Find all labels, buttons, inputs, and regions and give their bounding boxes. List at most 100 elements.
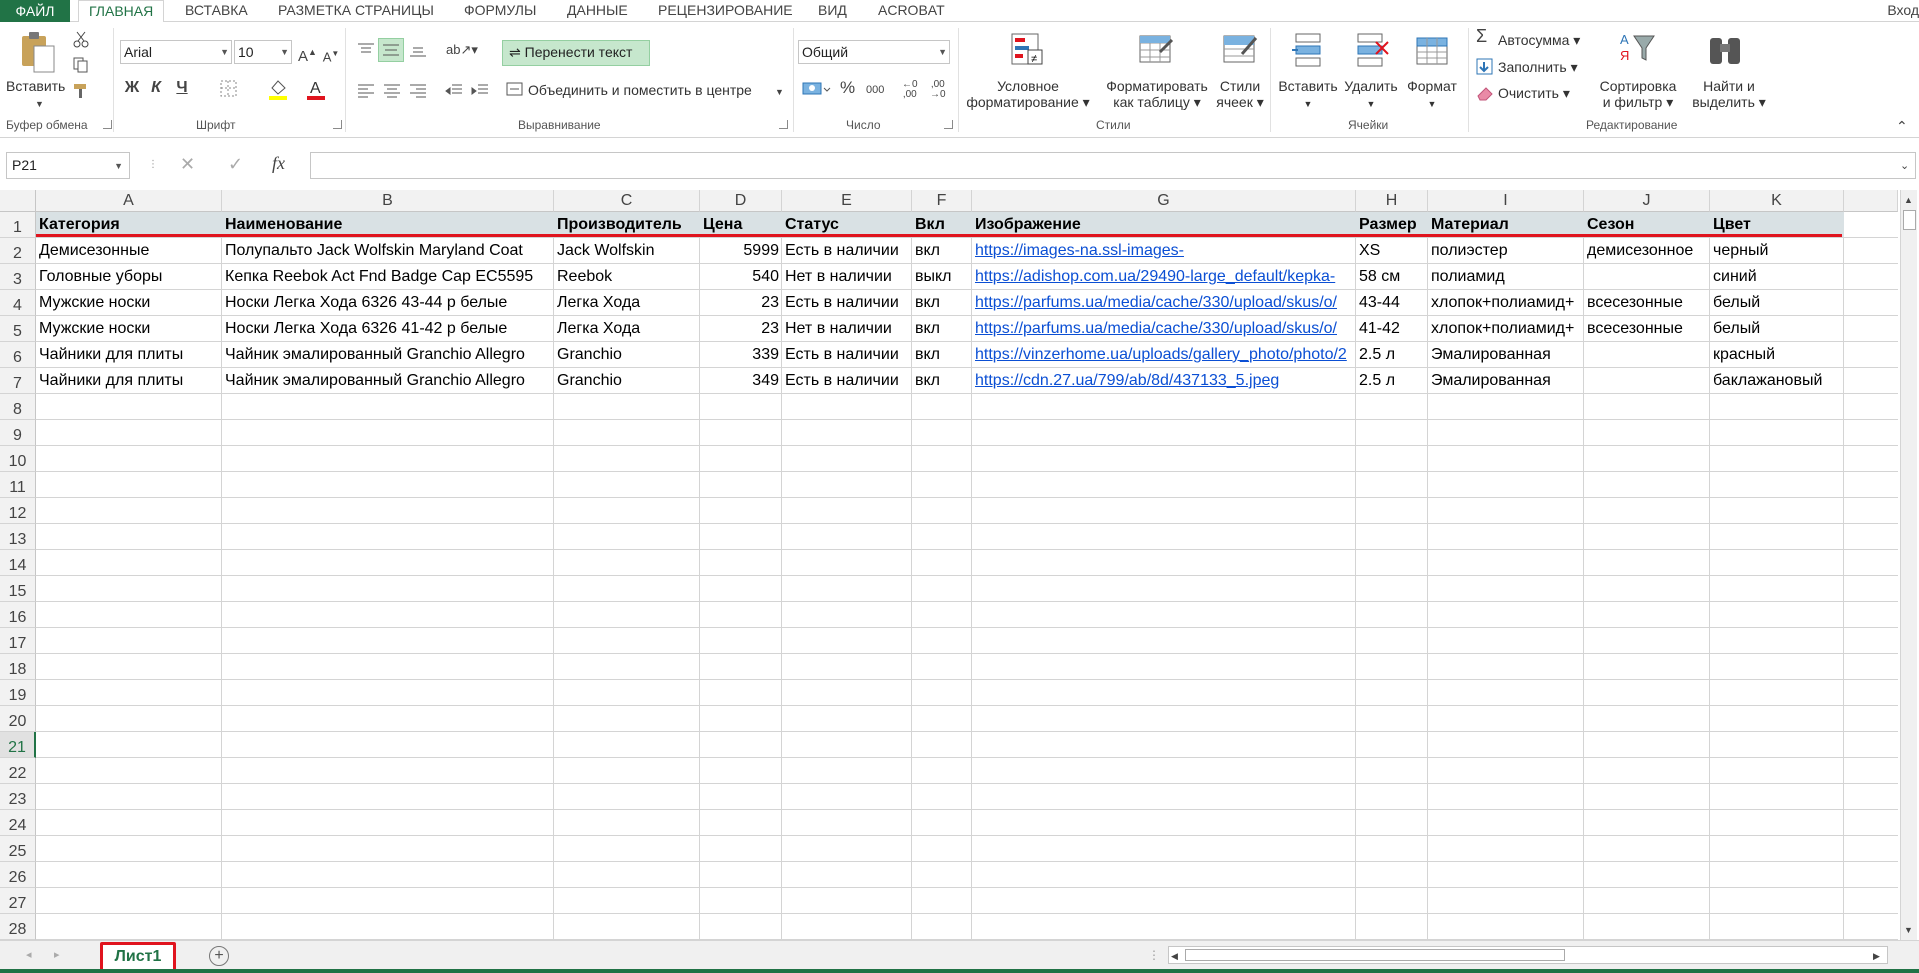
row-header-4[interactable]: 4 xyxy=(0,290,36,316)
merge-icon[interactable] xyxy=(506,80,524,98)
currency-icon[interactable] xyxy=(802,80,832,98)
alignment-launcher-icon[interactable] xyxy=(779,120,788,129)
increase-indent-icon[interactable] xyxy=(470,82,490,98)
cell-styles-button[interactable]: Стили ячеек ▾ xyxy=(1210,78,1270,110)
align-bottom-icon[interactable] xyxy=(408,42,428,58)
row-header-7[interactable]: 7 xyxy=(0,368,36,394)
column-header-i[interactable]: I xyxy=(1428,190,1584,212)
column-header-g[interactable]: G xyxy=(972,190,1356,212)
table-cell[interactable]: 5999 xyxy=(700,238,782,263)
merge-center-button[interactable]: Объединить и поместить в центре xyxy=(528,82,752,98)
table-cell[interactable]: Есть в наличии xyxy=(782,368,912,393)
row-header-25[interactable]: 25 xyxy=(0,836,36,862)
row-header-9[interactable]: 9 xyxy=(0,420,36,446)
column-header-j[interactable]: J xyxy=(1584,190,1710,212)
table-cell[interactable]: Нет в наличии xyxy=(782,264,912,289)
next-sheet-icon[interactable]: ▸ xyxy=(54,947,60,963)
table-cell[interactable]: Мужские носки xyxy=(36,290,222,315)
table-cell[interactable]: всесезонные xyxy=(1584,316,1710,341)
autosum-button[interactable]: Автосумма ▾ xyxy=(1498,32,1580,48)
fill-icon[interactable] xyxy=(1476,58,1494,76)
format-cells-icon[interactable] xyxy=(1414,32,1450,68)
sort-filter-icon[interactable]: AЯ xyxy=(1618,30,1658,70)
add-sheet-button[interactable]: + xyxy=(209,946,229,966)
paste-dropdown-icon[interactable]: ▼ xyxy=(35,96,44,112)
table-cell[interactable]: 2.5 л xyxy=(1356,368,1428,393)
split-handle-icon[interactable]: ⋮ xyxy=(1148,947,1160,963)
table-cell[interactable]: https://adishop.com.ua/29490-large_defau… xyxy=(972,264,1356,289)
column-header-f[interactable]: F xyxy=(912,190,972,212)
eraser-icon[interactable] xyxy=(1476,84,1494,102)
row-header-14[interactable]: 14 xyxy=(0,550,36,576)
align-top-icon[interactable] xyxy=(356,42,376,58)
column-header-d[interactable]: D xyxy=(700,190,782,212)
fill-color-icon[interactable] xyxy=(268,78,290,100)
underline-button[interactable]: Ч xyxy=(174,80,190,96)
format-cells-button[interactable]: Формат ▼ xyxy=(1400,78,1464,112)
row-header-28[interactable]: 28 xyxy=(0,914,36,940)
row-header-3[interactable]: 3 xyxy=(0,264,36,290)
tab-formulas[interactable]: ФОРМУЛЫ xyxy=(454,0,546,22)
name-box[interactable]: P21 ▼ xyxy=(6,152,130,179)
table-cell[interactable]: Носки Легка Хода 6326 41-42 р белые xyxy=(222,316,554,341)
row-header-2[interactable]: 2 xyxy=(0,238,36,264)
align-left-icon[interactable] xyxy=(356,82,376,98)
table-cell[interactable]: вкл xyxy=(912,290,972,315)
scroll-left-icon[interactable]: ◀ xyxy=(1171,948,1178,964)
copy-icon[interactable] xyxy=(72,56,90,74)
conditional-formatting-icon[interactable]: ≠ xyxy=(1010,32,1046,68)
table-cell[interactable]: Есть в наличии xyxy=(782,290,912,315)
enter-icon[interactable]: ✓ xyxy=(228,155,243,173)
table-cell[interactable]: вкл xyxy=(912,342,972,367)
table-cell[interactable]: Эмалированная xyxy=(1428,342,1584,367)
tab-file[interactable]: ФАЙЛ xyxy=(0,0,70,22)
horizontal-scrollbar[interactable]: ◀ ▶ xyxy=(1168,946,1888,964)
row-header-11[interactable]: 11 xyxy=(0,472,36,498)
table-cell[interactable]: белый xyxy=(1710,316,1844,341)
table-cell[interactable]: 2.5 л xyxy=(1356,342,1428,367)
column-header-h[interactable]: H xyxy=(1356,190,1428,212)
table-cell[interactable]: выкл xyxy=(912,264,972,289)
table-cell[interactable]: всесезонные xyxy=(1584,290,1710,315)
insert-cells-button[interactable]: Вставить ▼ xyxy=(1274,78,1342,112)
font-color-icon[interactable]: A xyxy=(306,78,328,100)
row-header-18[interactable]: 18 xyxy=(0,654,36,680)
align-center-icon[interactable] xyxy=(382,82,402,98)
number-launcher-icon[interactable] xyxy=(944,120,953,129)
sign-in-link[interactable]: Вход xyxy=(1887,0,1919,20)
row-header-24[interactable]: 24 xyxy=(0,810,36,836)
prev-sheet-icon[interactable]: ◂ xyxy=(26,947,32,963)
table-cell[interactable]: Reebok xyxy=(554,264,700,289)
table-cell[interactable]: https://vinzerhome.ua/uploads/gallery_ph… xyxy=(972,342,1356,367)
expand-formula-icon[interactable]: ⌄ xyxy=(1900,158,1909,174)
table-cell[interactable]: Чайник эмалированный Granchio Allegro xyxy=(222,368,554,393)
scroll-thumb[interactable] xyxy=(1903,210,1916,230)
table-cell[interactable]: вкл xyxy=(912,316,972,341)
scroll-right-icon[interactable]: ▶ xyxy=(1873,948,1880,964)
row-header-5[interactable]: 5 xyxy=(0,316,36,342)
row-header-17[interactable]: 17 xyxy=(0,628,36,654)
table-cell[interactable]: https://parfums.ua/media/cache/330/uploa… xyxy=(972,316,1356,341)
table-cell[interactable]: Нет в наличии xyxy=(782,316,912,341)
row-header-23[interactable]: 23 xyxy=(0,784,36,810)
select-all-corner[interactable] xyxy=(0,190,36,212)
table-cell[interactable]: Легка Хода xyxy=(554,290,700,315)
table-cell[interactable] xyxy=(1584,368,1710,393)
column-header-e[interactable]: E xyxy=(782,190,912,212)
binoculars-icon[interactable] xyxy=(1706,30,1746,70)
row-header-16[interactable]: 16 xyxy=(0,602,36,628)
font-name-select[interactable]: Arial ▼ xyxy=(120,40,232,64)
table-cell[interactable]: хлопок+полиамид+ xyxy=(1428,290,1584,315)
table-cell[interactable]: Легка Хода xyxy=(554,316,700,341)
percent-button[interactable]: % xyxy=(840,79,855,96)
row-header-21[interactable]: 21 xyxy=(0,732,36,758)
tab-view[interactable]: ВИД xyxy=(808,0,857,22)
increase-decimal-icon[interactable]: ←0,00 xyxy=(902,80,918,100)
row-header-15[interactable]: 15 xyxy=(0,576,36,602)
tab-review[interactable]: РЕЦЕНЗИРОВАНИЕ xyxy=(648,0,803,22)
borders-icon[interactable] xyxy=(220,80,238,98)
table-cell[interactable]: Granchio xyxy=(554,368,700,393)
table-cell[interactable]: Есть в наличии xyxy=(782,342,912,367)
format-as-table-button[interactable]: Форматировать как таблицу ▾ xyxy=(1096,78,1218,110)
table-cell[interactable]: 41-42 xyxy=(1356,316,1428,341)
